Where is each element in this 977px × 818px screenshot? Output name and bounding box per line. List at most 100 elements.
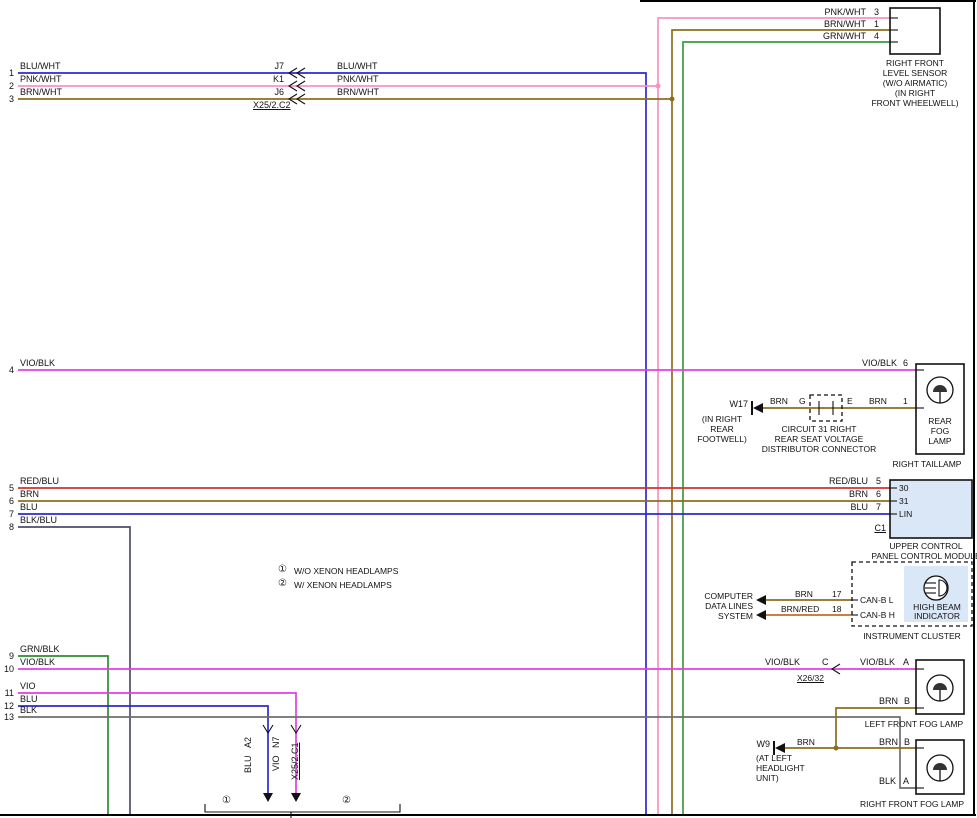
pin-letter: C [822,657,829,667]
left-pin-number: 8 [9,522,14,532]
left-pin-number: 10 [4,664,14,674]
left-wire-color: BLK/BLU [20,515,57,525]
left-pin-number: 5 [9,483,14,493]
legend-text: W/ XENON HEADLAMPS [294,580,392,590]
wire-color-label: BLK [879,776,896,786]
component-name: (W/O AIRMATIC) [883,78,948,88]
pin-number: 1 [874,19,879,29]
connector-pin-label: K1 [273,74,284,84]
left-wire-color: BRN [20,489,39,499]
ground-location: (AT LEFT [756,753,792,763]
ground-location: (IN RIGHT [702,414,742,424]
pin-letter: A [903,657,909,667]
wire-blu-wht-1 [18,73,646,814]
component-name: FRONT WHEELWELL) [871,98,958,108]
wire-color-label: BRN [849,489,868,499]
connector-pin-label: J7 [274,61,284,71]
ground-location: FOOTWELL) [697,434,747,444]
legend-symbol: ② [278,578,287,589]
left-wire-color: BLU [20,502,38,512]
variant-bracket [205,804,400,812]
left-pin-number: 3 [9,94,14,104]
wire-color-label: BRN/WHT [337,87,379,97]
indicator-name: INDICATOR [914,611,960,621]
wire-color-label: BRN [770,396,788,406]
connector-pin-label: A2 [243,737,253,748]
pin-number: 6 [876,489,881,499]
pin-letter: G [799,396,806,406]
connector-name: CIRCUIT 31 RIGHT [782,424,857,434]
component-name: RIGHT FRONT FOG LAMP [860,799,964,809]
pin-number: 4 [874,31,879,41]
pin-number: 17 [832,589,841,599]
left-wire-color: BRN/WHT [20,87,62,97]
left-pin-number: 12 [4,701,14,711]
pin-letter: B [904,696,910,706]
wire-color-label: PNK/WHT [337,74,379,84]
pin-number: 5 [876,476,881,486]
component-name: FOG [931,426,949,436]
wire-color-label: PNK/WHT [825,7,867,17]
module-pin-label: CAN-B L [860,595,894,605]
left-pin-number: 6 [9,496,14,506]
down-arrow-icon [291,793,301,802]
component-name: PANEL CONTROL MODULE [871,551,977,561]
left-wire-color: BLU [20,694,38,704]
connector-name: X25/2.C2 [253,100,291,110]
wire-blk-blu-8 [18,527,130,814]
wire-color-label: BLU/WHT [337,61,378,71]
left-wire-color: VIO [20,681,36,691]
legend-symbol: ① [278,564,287,575]
component-name: RIGHT FRONT [886,58,944,68]
junction-dot [670,97,675,102]
left-pin-number: 4 [9,365,14,375]
component-name: LEFT FRONT FOG LAMP [865,719,963,729]
pin-number: 1 [903,396,908,406]
wire-color-label: VIO/BLK [765,657,800,667]
connector-name: X26/32 [797,673,824,683]
component-name: LEVEL SENSOR [883,68,947,78]
pin-number: 7 [876,502,881,512]
offpage-arrow-icon [756,610,766,620]
wire-color-label: BRN [797,737,815,747]
left-wire-color: PNK/WHT [20,74,62,84]
left-pin-number: 2 [9,81,14,91]
module-pin-label: 31 [899,496,908,506]
wire-color-label: BRN [869,396,887,406]
high-beam-indicator-icon [924,576,948,600]
component-name: LAMP [928,436,951,446]
left-pin-number: 9 [9,651,14,661]
down-arrow-icon [263,793,273,802]
left-wire-color: RED/BLU [20,476,59,486]
junction-dot [656,84,661,89]
wire-color-label: BRN [879,696,898,706]
left-wire-color: VIO/BLK [20,657,55,667]
wire-color-label: BRN/RED [781,604,819,614]
diagram-geometry [0,0,977,818]
pin-number: 6 [903,358,908,368]
module-pin-label: LIN [899,509,912,519]
pin-ticks [852,18,924,788]
wire-color-label: VIO [271,755,281,771]
wire-color-label: VIO/BLK [862,358,897,368]
wire-color-label: BLU [243,755,253,773]
left-wire-color: GRN/BLK [20,644,60,654]
wire-color-label: BRN [879,737,898,747]
right-fog-lamp-icon [927,755,953,781]
wire-color-label: VIO/BLK [860,657,895,667]
wire-color-label: BLU [850,502,868,512]
pin-letter: B [904,737,910,747]
wire-color-label: GRN/WHT [823,31,866,41]
junction-dot [834,746,839,751]
wire-blu-12 [18,706,268,793]
assembly-name: RIGHT TAILLAMP [893,459,962,469]
pin-number: 18 [832,604,841,614]
pin-number: 3 [874,7,879,17]
variant-symbol: ② [342,795,351,806]
variant-symbol: ① [222,795,231,806]
wire-grn-blk-9 [18,656,108,814]
ground-location: UNIT) [756,773,779,783]
wire-color-label: BRN/WHT [824,19,866,29]
ground-id: W9 [757,739,771,749]
left-pin-number: 1 [9,68,14,78]
